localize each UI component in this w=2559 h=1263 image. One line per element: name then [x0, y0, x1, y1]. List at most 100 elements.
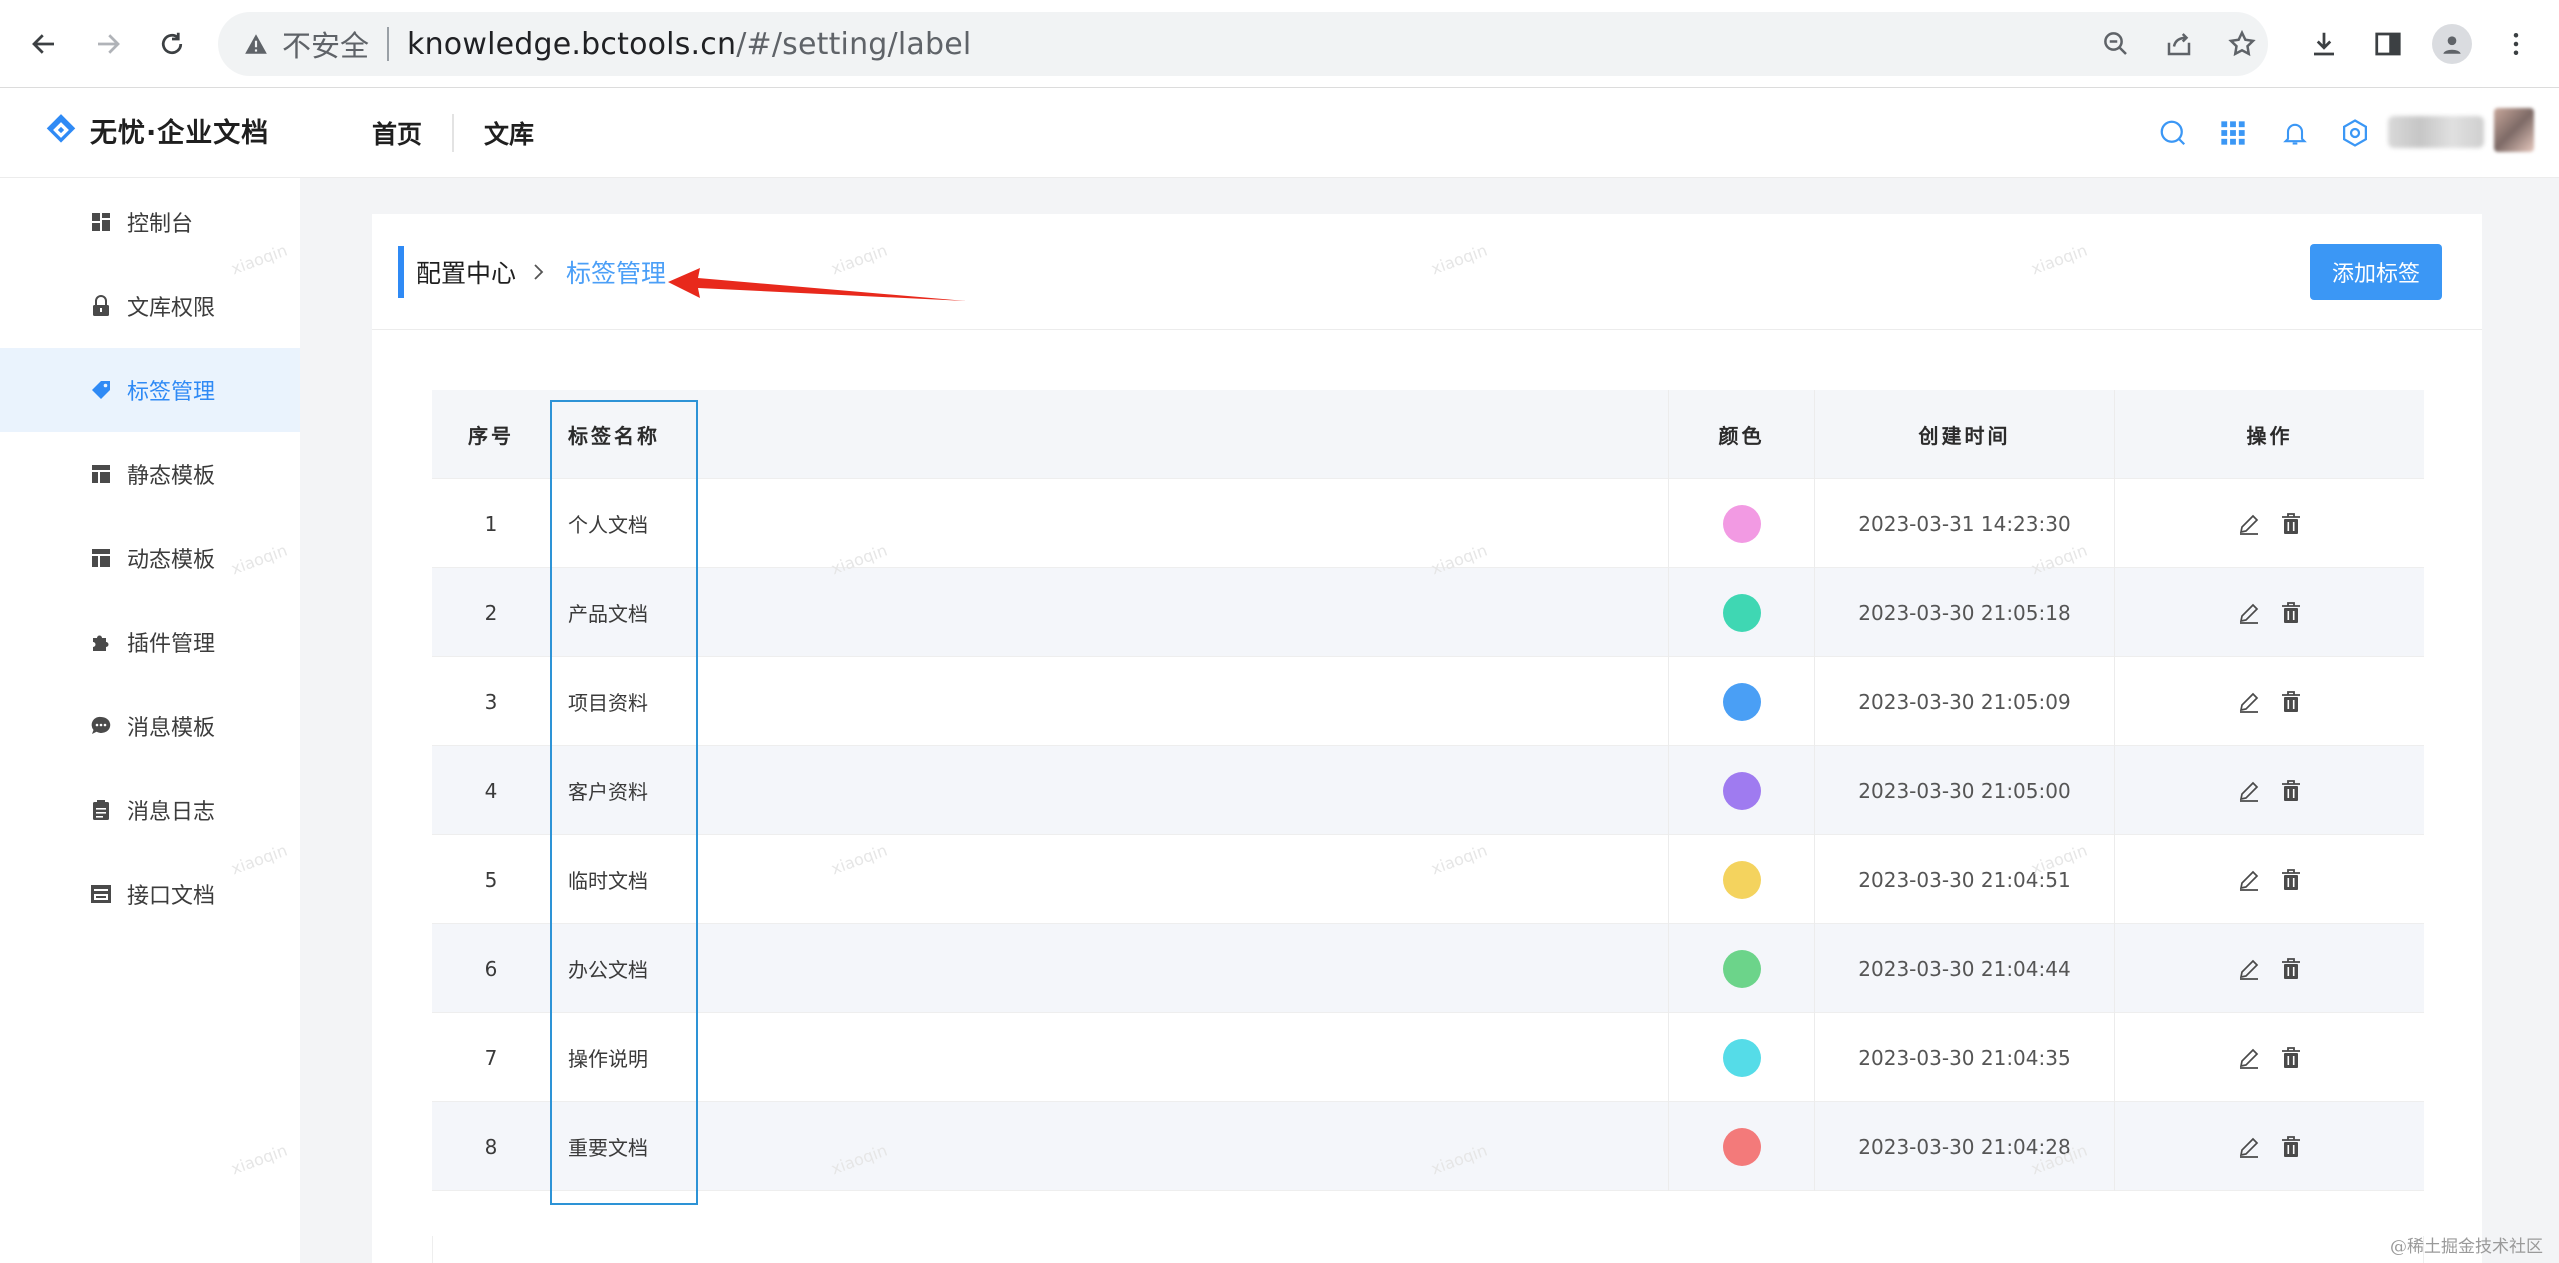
apps-grid-icon[interactable]	[2216, 116, 2250, 150]
delete-icon[interactable]	[2276, 954, 2306, 984]
app-header: 无忧·企业文档 首页 文库	[0, 88, 2559, 178]
edit-icon[interactable]	[2234, 954, 2264, 984]
search-icon[interactable]	[2156, 116, 2190, 150]
breadcrumb-parent[interactable]: 配置中心	[416, 254, 516, 290]
sidebar: 控制台 文库权限 标签管理 静态模板 动态模板 插件管理 消息模板 消息日志 接…	[0, 178, 300, 1263]
table-row: 3 项目资料 2023-03-30 21:05:09	[432, 657, 2424, 746]
delete-icon[interactable]	[2276, 1132, 2306, 1162]
delete-icon[interactable]	[2276, 1043, 2306, 1073]
credit-label: @稀土掘金技术社区	[2390, 1237, 2543, 1257]
edit-icon[interactable]	[2234, 598, 2264, 628]
sidebar-item-static-templates[interactable]: 静态模板	[0, 432, 300, 516]
table-row: 8 重要文档 2023-03-30 21:04:28	[432, 1102, 2424, 1191]
back-button[interactable]	[24, 24, 64, 64]
app-logo[interactable]: 无忧·企业文档	[42, 110, 269, 150]
sidebar-item-tag-management[interactable]: 标签管理	[0, 348, 300, 432]
row-created-time: 2023-03-30 21:05:09	[1814, 657, 2114, 746]
breadcrumb: 配置中心 标签管理	[416, 254, 666, 290]
profile-avatar-icon	[2432, 24, 2472, 64]
row-index: 8	[484, 1134, 498, 1159]
row-created-time: 2023-03-30 21:04:44	[1814, 924, 2114, 1013]
delete-icon[interactable]	[2276, 865, 2306, 895]
divider	[387, 27, 390, 61]
row-index: 6	[484, 956, 498, 981]
row-color	[1668, 746, 1814, 835]
share-icon[interactable]	[2159, 24, 2199, 64]
row-index: 5	[484, 867, 498, 892]
edit-icon[interactable]	[2234, 1132, 2264, 1162]
table-row: 7 操作说明 2023-03-30 21:04:35	[432, 1013, 2424, 1102]
row-color	[1668, 1102, 1814, 1191]
col-index: 序号	[468, 424, 514, 448]
color-swatch	[1722, 682, 1761, 721]
edit-icon[interactable]	[2234, 687, 2264, 717]
row-actions	[2114, 568, 2424, 657]
address-bar[interactable]: 不安全 knowledge.bctools.cn /#/setting/labe…	[218, 12, 2268, 76]
sidebar-item-label: 控制台	[127, 212, 194, 237]
col-ops: 操作	[2114, 390, 2424, 479]
edit-icon[interactable]	[2234, 865, 2264, 895]
delete-icon[interactable]	[2276, 509, 2306, 539]
card-header: 配置中心 标签管理 添加标签	[372, 214, 2482, 330]
bookmark-star-icon[interactable]	[2222, 24, 2262, 64]
zoom-out-icon[interactable]	[2096, 24, 2136, 64]
arrow-right-icon	[98, 34, 120, 54]
row-color	[1668, 1013, 1814, 1102]
row-created-time: 2023-03-30 21:05:18	[1814, 568, 2114, 657]
sidebar-item-library-permissions[interactable]: 文库权限	[0, 264, 300, 348]
puzzle-icon	[88, 629, 114, 655]
arrow-left-icon	[32, 34, 54, 54]
lock-icon	[88, 293, 114, 319]
sidebar-item-label: 消息日志	[127, 800, 216, 825]
delete-icon[interactable]	[2276, 687, 2306, 717]
row-actions	[2114, 1102, 2424, 1191]
user-avatar[interactable]	[2494, 108, 2534, 152]
browser-menu-icon[interactable]	[2496, 24, 2536, 64]
warning-icon[interactable]	[240, 28, 272, 60]
chevron-right-icon	[532, 263, 550, 281]
color-swatch	[1722, 593, 1761, 632]
edit-icon[interactable]	[2234, 1043, 2264, 1073]
table-footer-space	[432, 1236, 2424, 1263]
row-actions	[2114, 1013, 2424, 1102]
download-icon[interactable]	[2304, 24, 2344, 64]
nav-home[interactable]: 首页	[372, 115, 422, 151]
template-icon	[88, 545, 114, 571]
row-index: 1	[484, 511, 498, 536]
sidebar-item-label: 文库权限	[127, 296, 216, 321]
insecure-label: 不安全	[282, 29, 370, 63]
nav-divider	[452, 114, 455, 152]
settings-gear-icon[interactable]	[2338, 116, 2372, 150]
profile-button[interactable]	[2432, 24, 2472, 64]
forward-button[interactable]	[88, 24, 128, 64]
sidebar-item-label: 消息模板	[127, 716, 216, 741]
color-swatch	[1722, 1127, 1761, 1166]
edit-icon[interactable]	[2234, 776, 2264, 806]
nav-library[interactable]: 文库	[484, 115, 534, 151]
color-swatch	[1722, 504, 1761, 543]
side-panel-icon[interactable]	[2368, 24, 2408, 64]
row-actions	[2114, 479, 2424, 568]
edit-icon[interactable]	[2234, 509, 2264, 539]
sidebar-item-message-templates[interactable]: 消息模板	[0, 684, 300, 768]
delete-icon[interactable]	[2276, 598, 2306, 628]
tag-icon	[88, 377, 114, 403]
sidebar-item-label: 静态模板	[127, 464, 216, 489]
sidebar-item-plugin-management[interactable]: 插件管理	[0, 600, 300, 684]
chat-icon	[88, 713, 114, 739]
row-color	[1668, 924, 1814, 1013]
reload-button[interactable]	[152, 24, 192, 64]
delete-icon[interactable]	[2276, 776, 2306, 806]
color-swatch	[1722, 771, 1761, 810]
username-blurred[interactable]	[2388, 116, 2484, 148]
bell-icon[interactable]	[2278, 116, 2312, 150]
row-created-time: 2023-03-30 21:05:00	[1814, 746, 2114, 835]
dashboard-icon	[88, 209, 114, 235]
add-tag-button[interactable]: 添加标签	[2310, 244, 2442, 300]
template-icon	[88, 461, 114, 487]
row-actions	[2114, 924, 2424, 1013]
row-actions	[2114, 835, 2424, 924]
row-color	[1668, 479, 1814, 568]
row-index: 2	[484, 600, 498, 625]
sidebar-item-message-logs[interactable]: 消息日志	[0, 768, 300, 852]
